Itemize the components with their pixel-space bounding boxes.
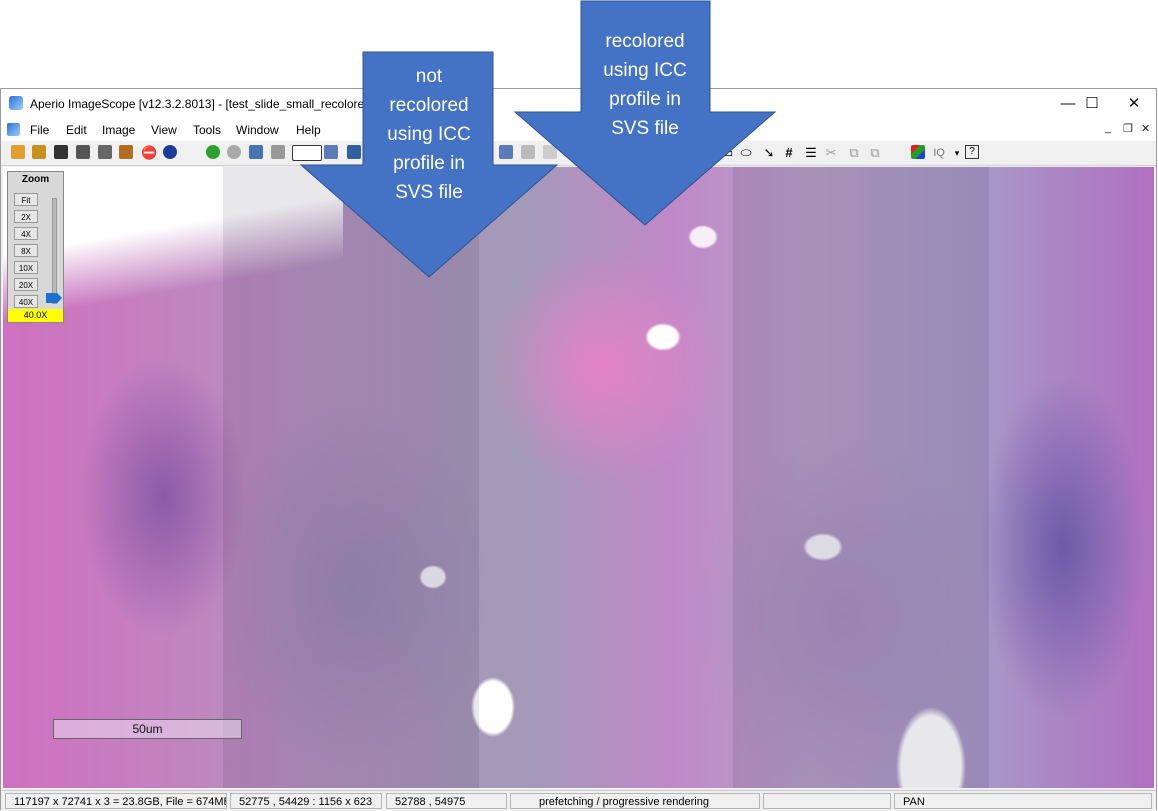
- print-icon[interactable]: [98, 145, 112, 159]
- callout-recolored: recolored using ICC profile in SVS file: [514, 0, 776, 226]
- callout-line: using ICC: [603, 60, 687, 81]
- open-folder-icon[interactable]: [11, 145, 25, 159]
- open-folder-yellow-icon[interactable]: [32, 145, 46, 159]
- chevron-down-icon[interactable]: ▾: [949, 145, 965, 161]
- export-icon[interactable]: [119, 145, 133, 159]
- status-bar: 117197 x 72741 x 3 = 23.8GB, File = 674M…: [1, 790, 1156, 811]
- text-icon[interactable]: ☰: [803, 145, 819, 161]
- zoom-fit-button[interactable]: Fit: [14, 193, 38, 206]
- zoom-slider-thumb[interactable]: [46, 293, 62, 303]
- network-gray-icon[interactable]: [271, 145, 285, 159]
- menu-file[interactable]: File: [30, 123, 49, 137]
- zoom-slider-track[interactable]: [52, 198, 57, 304]
- callout-line: recolored: [605, 31, 685, 52]
- mdi-restore-button[interactable]: ❐: [1123, 122, 1133, 135]
- status-cursor: 52788 , 54975: [386, 793, 507, 809]
- zoom-level: 40.0X: [8, 309, 63, 322]
- snapshot-icon[interactable]: [76, 145, 90, 159]
- color-adjust-icon[interactable]: [911, 145, 925, 159]
- status-empty: [763, 793, 891, 809]
- paste-icon[interactable]: ⧉: [867, 145, 883, 161]
- mdi-close-button[interactable]: ✕: [1141, 122, 1150, 135]
- help-icon[interactable]: ?: [965, 145, 979, 159]
- scale-bar: 50um: [53, 719, 242, 739]
- camera-icon[interactable]: [54, 145, 68, 159]
- maximize-button[interactable]: ☐: [1069, 89, 1115, 119]
- network-icon[interactable]: [249, 145, 263, 159]
- status-rendering: prefetching / progressive rendering: [510, 793, 760, 809]
- forward-icon[interactable]: [227, 145, 241, 159]
- callout-line: SVS file: [611, 118, 679, 139]
- iq-icon[interactable]: IQ: [931, 145, 947, 161]
- zoom-2x-button[interactable]: 2X: [14, 210, 38, 223]
- zoom-20x-button[interactable]: 20X: [14, 278, 38, 291]
- zoom-10x-button[interactable]: 10X: [14, 261, 38, 274]
- menu-view[interactable]: View: [151, 123, 177, 137]
- document-icon[interactable]: [7, 123, 20, 136]
- status-mode: PAN: [894, 793, 1152, 809]
- slide-viewer[interactable]: [3, 167, 1154, 788]
- zoom-40x-button[interactable]: 40X: [14, 295, 38, 308]
- zoom-4x-button[interactable]: 4X: [14, 227, 38, 240]
- menu-image[interactable]: Image: [102, 123, 135, 137]
- mdi-minimize-button[interactable]: _: [1105, 122, 1111, 134]
- zoom-8x-button[interactable]: 8X: [14, 244, 38, 257]
- callout-line: profile in: [609, 89, 681, 110]
- unrecolored-tile: [733, 167, 989, 788]
- zoom-title: Zoom: [21, 174, 50, 185]
- menu-tools[interactable]: Tools: [193, 123, 221, 137]
- imagescope-app-icon: [9, 96, 23, 110]
- grid-icon[interactable]: #: [781, 145, 797, 161]
- info-icon[interactable]: [163, 145, 177, 159]
- menu-window[interactable]: Window: [236, 123, 279, 137]
- status-image-info: 117197 x 72741 x 3 = 23.8GB, File = 674M…: [5, 793, 227, 809]
- chart-icon[interactable]: ⛔: [141, 145, 157, 161]
- close-button[interactable]: ✕: [1111, 89, 1157, 119]
- back-icon[interactable]: [206, 145, 220, 159]
- ruler-icon[interactable]: ✂: [823, 145, 839, 161]
- zoom-panel: Zoom Fit 2X 4X 8X 10X 20X 40X 40.0X: [7, 171, 64, 323]
- copy-icon[interactable]: ⧉: [846, 145, 862, 161]
- menu-edit[interactable]: Edit: [66, 123, 87, 137]
- status-view-region: 52775 , 54429 : 1156 x 623: [230, 793, 382, 809]
